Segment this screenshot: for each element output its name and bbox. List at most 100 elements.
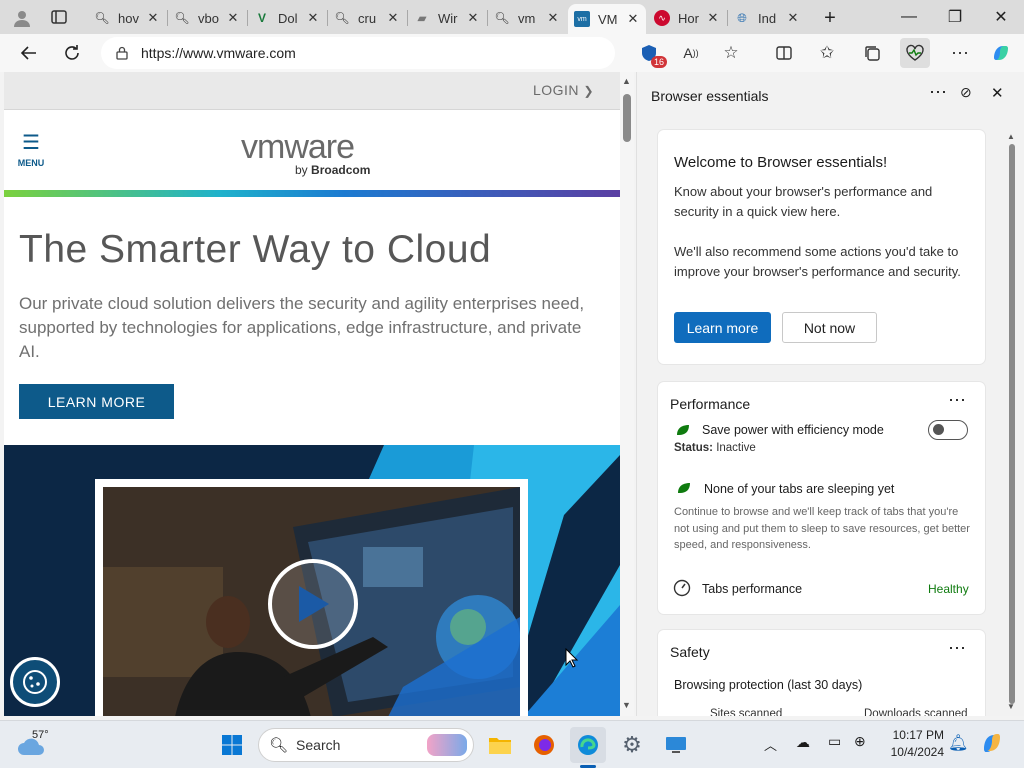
close-window-button[interactable]: ✕ — [978, 0, 1024, 34]
tab-actions-icon[interactable] — [50, 8, 70, 28]
tab-hov[interactable]: 🔍︎ hov ✕ — [88, 4, 166, 32]
unpin-icon[interactable]: ⊘ — [960, 84, 972, 101]
tab-label: hov — [118, 10, 139, 26]
clock[interactable]: 10:17 PM 10/4/2024 — [884, 727, 944, 761]
close-tab-icon[interactable]: ✕ — [226, 10, 240, 26]
brand-gradient-divider — [4, 190, 620, 197]
close-tab-icon[interactable]: ✕ — [146, 10, 160, 26]
lock-icon[interactable] — [115, 46, 129, 60]
tab-ind[interactable]: 🌐︎ Ind ✕ — [728, 4, 806, 32]
close-tab-icon[interactable]: ✕ — [706, 10, 720, 26]
close-tab-icon[interactable]: ✕ — [466, 10, 480, 26]
tab-label: vbo — [198, 10, 219, 26]
close-tab-icon[interactable]: ✕ — [546, 10, 560, 26]
refresh-button[interactable] — [57, 38, 87, 68]
back-button[interactable] — [14, 38, 44, 68]
extension-shield-icon[interactable]: 16 — [634, 38, 667, 68]
menu-button[interactable]: ☰ MENU — [14, 133, 48, 172]
tab-cru[interactable]: 🔍︎ cru ✕ — [328, 4, 406, 32]
scroll-up-arrow[interactable]: ▲ — [622, 76, 631, 86]
tab-label: VM — [598, 11, 618, 27]
tab-vbo[interactable]: 🔍︎ vbo ✕ — [168, 4, 246, 32]
tab-wir[interactable]: ▰ Wir ✕ — [408, 4, 486, 32]
cookie-settings-button[interactable] — [10, 657, 60, 707]
network-offline-icon[interactable]: ⊕ — [854, 733, 866, 750]
show-hidden-icons[interactable]: ︿ — [764, 735, 777, 754]
restore-button[interactable]: ❐ — [932, 0, 978, 34]
firefox-icon[interactable] — [526, 727, 562, 763]
browser-essentials-icon[interactable] — [900, 38, 930, 68]
tabs-performance-label: Tabs performance — [702, 582, 803, 596]
vmware-top-bar: LOGIN ❯ — [4, 72, 620, 110]
search-highlight-icon — [427, 734, 467, 756]
new-tab-button[interactable]: + — [818, 6, 842, 30]
efficiency-mode-label: Save power with efficiency mode — [702, 423, 884, 437]
close-tab-icon[interactable]: ✕ — [786, 10, 800, 26]
vmware-logo[interactable]: vmware — [241, 128, 355, 167]
tab-label: Hor — [678, 10, 699, 26]
safety-more-icon[interactable]: ⋯ — [948, 638, 966, 659]
learn-more-panel-button[interactable]: Learn more — [674, 312, 771, 343]
taskbar: 57° 🔍︎ Search ⚙ ︿ ☁ ▭ ⊕ 10:17 PM 10/4/20… — [0, 720, 1024, 768]
close-tab-icon[interactable]: ✕ — [306, 10, 320, 26]
favorite-star-icon[interactable]: ☆ — [716, 38, 746, 68]
taskbar-search[interactable]: 🔍︎ Search — [258, 728, 474, 762]
remote-desktop-icon[interactable] — [658, 727, 694, 763]
login-menu[interactable]: LOGIN ❯ — [533, 82, 594, 98]
weather-widget[interactable]: 57° — [16, 727, 66, 763]
web-page: LOGIN ❯ ☰ MENU vmware by Broadcom The Sm… — [4, 72, 620, 716]
tab-vmware-active[interactable]: vm VM ✕ — [568, 4, 646, 34]
panel-scroll-thumb[interactable] — [1009, 144, 1015, 704]
favorites-icon[interactable]: ✩ — [812, 38, 842, 68]
split-screen-icon[interactable] — [769, 38, 799, 68]
tab-dol[interactable]: V Dol ✕ — [248, 4, 326, 32]
scroll-down-arrow[interactable]: ▼ — [622, 700, 631, 710]
welcome-card: Welcome to Browser essentials! Know abou… — [658, 130, 985, 364]
close-tab-icon[interactable]: ✕ — [386, 10, 400, 26]
tab-strip: 🔍︎ hov ✕ 🔍︎ vbo ✕ V Dol ✕ 🔍︎ cru ✕ ▰ Wir ✕ 🔍︎ vm ✕ v… — [0, 0, 1024, 34]
lead-paragraph: Our private cloud solution delivers the … — [19, 294, 585, 361]
profile-icon[interactable] — [10, 6, 34, 30]
minimize-button[interactable]: — — [886, 0, 932, 34]
file-explorer-icon[interactable] — [482, 727, 518, 763]
read-aloud-icon[interactable]: A)) — [676, 38, 706, 68]
scroll-thumb[interactable] — [623, 94, 631, 142]
efficiency-toggle[interactable] — [928, 420, 968, 440]
tab-label: Wir — [438, 10, 458, 26]
logo-by-label: by — [295, 163, 308, 177]
more-menu-icon[interactable]: ⋯ — [945, 38, 975, 68]
settings-icon[interactable]: ⚙ — [614, 727, 650, 763]
status-label: Status: — [674, 442, 713, 454]
downloads-scanned-label: Downloads scanned — [864, 708, 968, 716]
learn-more-button[interactable]: LEARN MORE — [19, 384, 174, 419]
display-icon[interactable]: ▭ — [828, 733, 841, 750]
browser-toolbar: https://www.vmware.com 16 A)) ☆ ✩ ⋯ — [0, 34, 1024, 72]
tab-hor[interactable]: ∿ Hor ✕ — [648, 4, 726, 32]
onedrive-offline-icon[interactable]: ☁ — [796, 734, 810, 751]
page-headline: The Smarter Way to Cloud — [19, 228, 492, 271]
close-panel-icon[interactable]: ✕ — [991, 84, 1004, 102]
video-thumbnail[interactable] — [103, 487, 520, 716]
broadcom-icon: ∿ — [654, 10, 670, 26]
weather-temp: 57° — [32, 729, 49, 741]
extension-badge: 16 — [650, 56, 667, 68]
copilot-icon[interactable] — [986, 38, 1016, 68]
collections-icon[interactable] — [857, 38, 887, 68]
archive-icon: ▰ — [417, 11, 427, 25]
menu-label: MENU — [17, 158, 45, 168]
play-video-button[interactable] — [268, 559, 358, 649]
tab-vm-search[interactable]: 🔍︎ vm ✕ — [488, 4, 566, 32]
panel-scroll-up[interactable]: ▲ — [1007, 132, 1015, 141]
address-bar[interactable]: https://www.vmware.com — [101, 37, 615, 69]
start-button[interactable] — [214, 727, 250, 763]
not-now-button[interactable]: Not now — [782, 312, 877, 343]
page-scrollbar[interactable]: ▲ ▼ — [620, 72, 634, 716]
copilot-taskbar-icon[interactable] — [980, 731, 1004, 760]
panel-scroll-down[interactable]: ▼ — [1007, 702, 1015, 711]
panel-more-icon[interactable]: ⋯ — [929, 82, 947, 103]
performance-more-icon[interactable]: ⋯ — [948, 390, 966, 411]
close-tab-icon[interactable]: ✕ — [626, 11, 640, 27]
edge-icon[interactable] — [570, 727, 606, 763]
notification-bell-icon[interactable]: 🔔︎ — [948, 733, 968, 753]
panel-scrollbar[interactable]: ▲ ▼ — [1007, 132, 1017, 716]
